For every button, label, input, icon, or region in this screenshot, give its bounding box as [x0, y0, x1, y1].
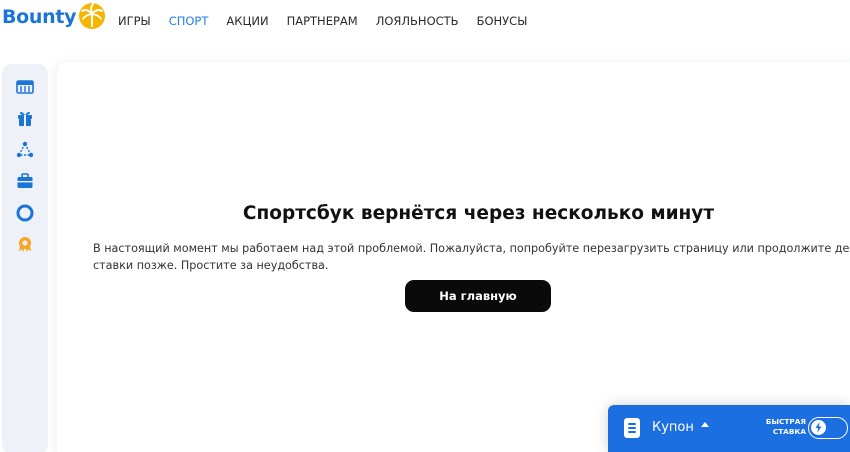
nav-item-loyalty[interactable]: ЛОЯЛЬНОСТЬ — [376, 14, 459, 28]
fast-bet-toggle[interactable] — [808, 417, 848, 439]
fast-bet-label-line1: БЫСТРАЯ — [765, 417, 806, 426]
caret-up-icon[interactable] — [701, 422, 709, 427]
network-icon[interactable] — [16, 141, 34, 159]
sportsbook-panel: Спортсбук вернётся через несколько минут… — [57, 62, 850, 452]
gift-icon[interactable] — [16, 109, 34, 127]
lightning-icon — [815, 422, 822, 433]
nav-item-bonuses[interactable]: БОНУСЫ — [477, 14, 528, 28]
cog-medal-icon[interactable] — [16, 235, 34, 253]
fast-bet-label: БЫСТРАЯ СТАВКА — [754, 417, 806, 437]
coupon-label[interactable]: Купон — [652, 420, 694, 435]
nav-item-games[interactable]: ИГРЫ — [118, 14, 151, 28]
lifebuoy-icon[interactable] — [16, 204, 34, 222]
logo-text: Bounty — [2, 6, 77, 28]
sidebar — [2, 64, 48, 452]
palm-sun-icon — [79, 3, 106, 29]
scoreboard-icon[interactable] — [16, 78, 34, 96]
briefcase-icon[interactable] — [16, 172, 34, 190]
toggle-knob — [811, 420, 826, 435]
coupon-bar: Купон БЫСТРАЯ СТАВКА — [608, 405, 850, 452]
nav-item-sport[interactable]: СПОРТ — [169, 14, 209, 28]
site-header: Bounty ИГРЫ СПОРТ АКЦИИ ПАРТНЕРАМ ЛОЯЛЬН… — [0, 0, 850, 44]
fast-bet-label-line2: СТАВКА — [772, 427, 806, 436]
main-nav: ИГРЫ СПОРТ АКЦИИ ПАРТНЕРАМ ЛОЯЛЬНОСТЬ БО… — [118, 14, 545, 28]
nav-item-promotions[interactable]: АКЦИИ — [226, 14, 268, 28]
bounty-logo[interactable]: Bounty — [2, 3, 107, 31]
page-title: Спортсбук вернётся через несколько минут — [242, 203, 715, 224]
maintenance-message: В настоящий момент мы работаем над этой … — [93, 242, 850, 272]
nav-item-partners[interactable]: ПАРТНЕРАМ — [287, 14, 358, 28]
home-button[interactable]: На главную — [405, 280, 551, 312]
coupon-icon[interactable] — [624, 418, 640, 438]
